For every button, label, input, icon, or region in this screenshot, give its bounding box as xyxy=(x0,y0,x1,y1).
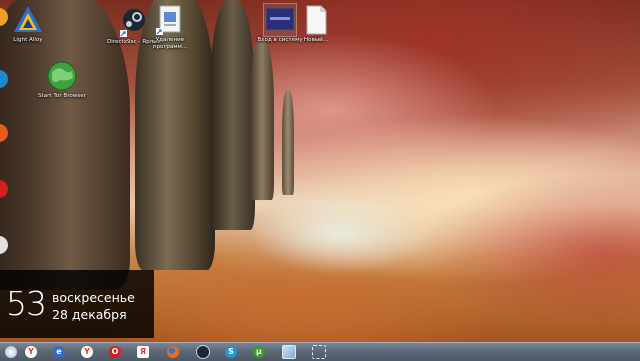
start-orb-icon xyxy=(5,345,17,358)
desktop-icon-label: Новый... xyxy=(303,37,329,43)
wallpaper-tree xyxy=(250,40,274,200)
ie-icon: e xyxy=(53,345,65,358)
desktop-icon-label: Light Alloy xyxy=(13,37,43,43)
desktop-icon-label: Start Tor Browser xyxy=(37,93,87,99)
snip-icon xyxy=(312,344,326,359)
desktop-icon-uninstall[interactable]: Удаление программ... xyxy=(142,4,198,51)
taskbar-item-skype[interactable]: S xyxy=(222,344,240,359)
taskbar-item-snip[interactable] xyxy=(310,344,328,359)
opera-icon: O xyxy=(109,345,121,358)
yandex-icon: Y xyxy=(25,345,37,358)
clock-weekday: воскресенье xyxy=(52,290,135,305)
desktop-icon-tor-browser[interactable]: Start Tor Browser xyxy=(34,60,90,100)
light-alloy-icon xyxy=(12,4,44,36)
globe-icon xyxy=(46,60,78,92)
steam-icon xyxy=(196,344,210,359)
yandex-browser-icon: Y xyxy=(81,345,93,358)
taskbar: Y e Y O Я S µ xyxy=(0,342,640,361)
start-button[interactable] xyxy=(2,344,20,359)
window-icon xyxy=(282,344,296,359)
firefox-icon xyxy=(167,345,179,358)
wallpaper-tree xyxy=(210,0,255,230)
utorrent-icon: µ xyxy=(253,345,265,358)
taskbar-item-utorrent[interactable]: µ xyxy=(250,344,268,359)
taskbar-item-yandex-store[interactable]: Я xyxy=(134,344,152,359)
uninstall-programs-icon xyxy=(154,4,186,36)
desktop-icon-light-alloy[interactable]: Light Alloy xyxy=(0,4,56,44)
taskbar-item-window[interactable] xyxy=(280,344,298,359)
taskbar-item-opera[interactable]: O xyxy=(106,344,124,359)
taskbar-item-firefox[interactable] xyxy=(164,344,182,359)
yandex-store-icon: Я xyxy=(137,345,149,358)
skype-icon: S xyxy=(225,345,237,358)
clock-panel: 53 воскресенье 28 декабря xyxy=(0,270,154,338)
wallpaper-path xyxy=(250,195,430,275)
desktop-icon-new-text[interactable]: Новый... xyxy=(288,4,344,44)
document-icon xyxy=(300,4,332,36)
desktop-icon-label: Удаление программ... xyxy=(152,37,188,50)
clock-date: 28 декабря xyxy=(52,307,127,322)
taskbar-item-ie[interactable]: e xyxy=(50,344,68,359)
taskbar-item-steam[interactable] xyxy=(194,344,212,359)
taskbar-item-yandex-browser[interactable]: Y xyxy=(78,344,96,359)
clock-minutes: 53 xyxy=(6,284,47,323)
taskbar-item-yandex[interactable]: Y xyxy=(22,344,40,359)
wallpaper-tree xyxy=(282,90,294,195)
